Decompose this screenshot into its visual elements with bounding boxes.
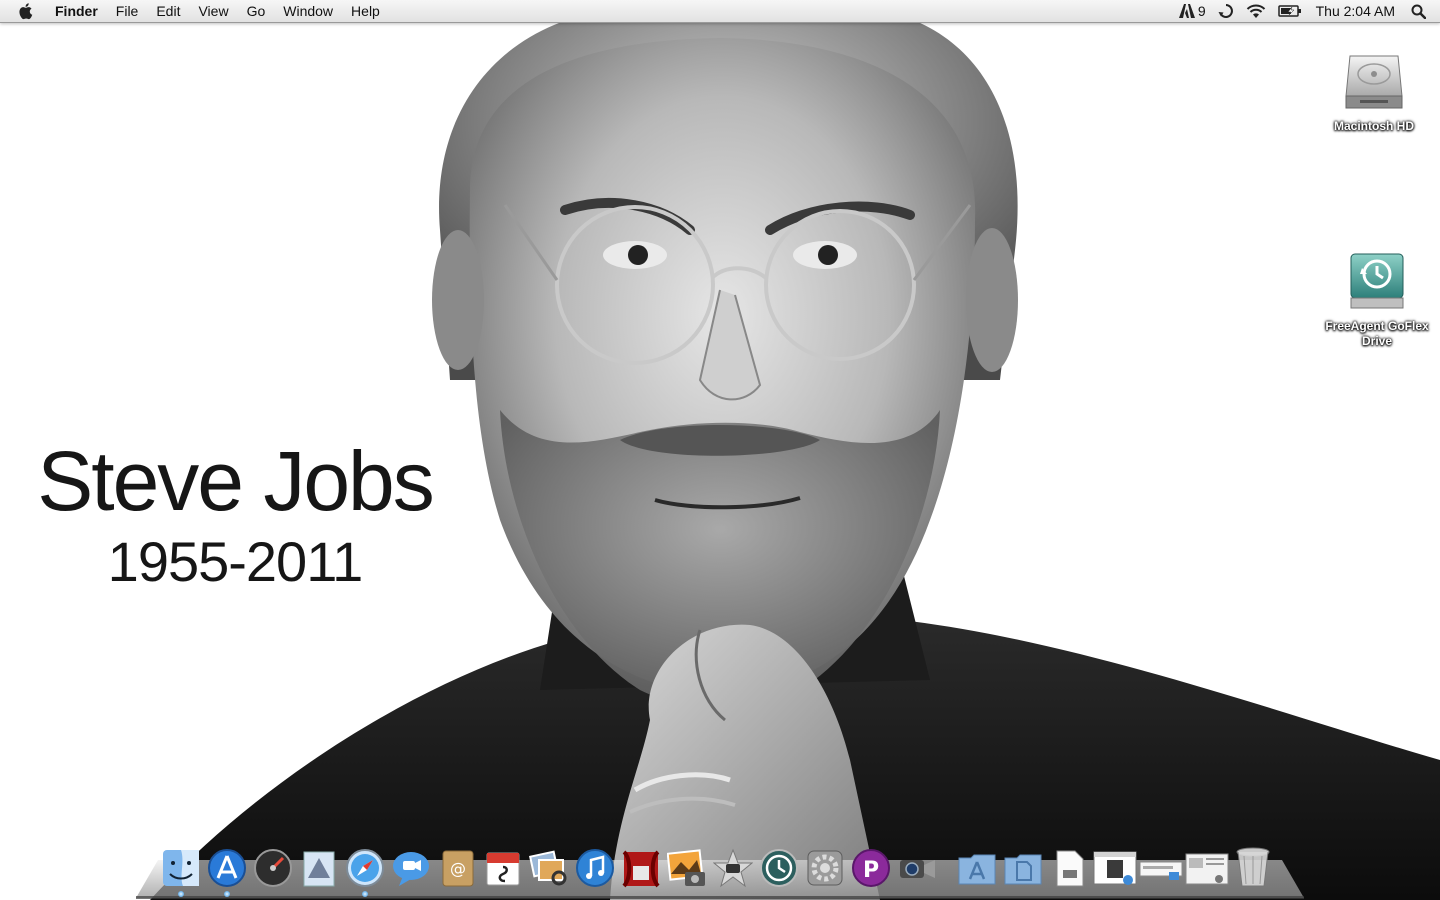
adobe-update-count: 9	[1197, 3, 1206, 19]
safari-icon	[346, 849, 384, 887]
trash-icon	[1236, 847, 1270, 887]
front-row-icon	[622, 850, 660, 888]
wifi-icon	[1246, 4, 1265, 18]
adobe-updater-status[interactable]: 9	[1173, 0, 1212, 22]
menu-file[interactable]: File	[107, 0, 148, 22]
dock-itunes[interactable]	[573, 844, 617, 888]
spotlight-icon	[1411, 4, 1426, 19]
dock-imovie[interactable]	[711, 844, 755, 888]
dock-document[interactable]	[1047, 844, 1091, 888]
desktop-icon-macintosh-hd[interactable]: Macintosh HD	[1319, 48, 1429, 134]
ical-icon	[486, 852, 520, 886]
desktop-icon-label: FreeAgent GoFlex Drive	[1325, 319, 1429, 348]
menu-edit[interactable]: Edit	[147, 0, 189, 22]
applications-folder-icon	[958, 854, 996, 885]
memorial-name: Steve Jobs	[37, 434, 435, 528]
apple-menu-icon[interactable]	[18, 2, 36, 20]
document-file-icon	[1056, 850, 1084, 887]
running-indicator	[224, 891, 230, 897]
dock-p3-app[interactable]: P	[849, 844, 893, 888]
system-preferences-icon	[807, 850, 843, 886]
mail-icon	[303, 851, 335, 887]
svg-text:@: @	[450, 859, 466, 878]
menu-extras: 9 Thu 2:04 AM	[1173, 0, 1440, 22]
finder-icon	[163, 850, 199, 886]
desktop-wallpaper: Steve Jobs 1955-2011	[0, 0, 1440, 900]
battery-icon	[1277, 5, 1301, 17]
dock-app-store[interactable]	[205, 844, 249, 897]
dock-address-book[interactable]: @	[435, 844, 479, 888]
time-machine-drive-icon	[1350, 253, 1404, 309]
dock-dashboard[interactable]	[251, 844, 295, 888]
documents-folder-icon	[1004, 854, 1042, 885]
battery-status[interactable]	[1272, 0, 1308, 22]
facetime-camera-icon	[900, 860, 935, 878]
dock-minimized-window-2[interactable]	[1139, 844, 1183, 888]
minimized-window-icon	[1139, 861, 1183, 880]
p3-app-icon: P	[852, 849, 890, 887]
ichat-icon	[393, 852, 429, 886]
iphoto-icon	[667, 849, 705, 886]
dock-minimized-window-3[interactable]	[1185, 844, 1229, 888]
dock-system-preferences[interactable]	[803, 844, 847, 888]
dock-stack-documents[interactable]	[1001, 844, 1045, 888]
desktop-icon-label: Macintosh HD	[1333, 119, 1414, 133]
preview-icon	[529, 850, 567, 886]
menu-app-finder[interactable]: Finder	[46, 0, 107, 22]
dock-safari[interactable]	[343, 844, 387, 897]
running-indicator	[178, 891, 184, 897]
running-indicator	[362, 891, 368, 897]
menu-window[interactable]: Window	[274, 0, 342, 22]
dock-shelf-edge	[136, 896, 1304, 899]
minimized-window-icon	[1185, 853, 1229, 885]
spotlight-button[interactable]	[1405, 0, 1440, 22]
time-machine-icon	[760, 849, 798, 887]
sync-icon	[1218, 4, 1233, 18]
dock-ical[interactable]	[481, 844, 525, 888]
dashboard-icon	[254, 849, 292, 887]
desktop-icon-freeagent-drive[interactable]: FreeAgent GoFlex Drive	[1322, 250, 1432, 349]
hard-drive-icon	[1345, 55, 1403, 109]
dock-finder[interactable]	[159, 844, 203, 897]
imovie-icon	[713, 848, 753, 888]
menu-go[interactable]: Go	[238, 0, 275, 22]
minimized-window-icon	[1093, 851, 1137, 885]
menu-view[interactable]: View	[189, 0, 237, 22]
menu-help[interactable]: Help	[342, 0, 389, 22]
wifi-status[interactable]	[1240, 0, 1272, 22]
dock-trash[interactable]	[1231, 844, 1275, 888]
dock-stack-applications[interactable]	[955, 844, 999, 888]
adobe-icon	[1178, 4, 1195, 18]
dock-iphoto[interactable]	[665, 844, 709, 888]
dock-mail[interactable]	[297, 844, 341, 888]
dock-facetime-camera[interactable]	[895, 844, 939, 888]
menubar-clock[interactable]: Thu 2:04 AM	[1308, 3, 1405, 19]
app-store-icon	[208, 849, 246, 887]
dock-minimized-window-1[interactable]	[1093, 844, 1137, 888]
svg-text:P: P	[863, 858, 879, 883]
dock-time-machine[interactable]	[757, 844, 801, 888]
sync-status[interactable]	[1212, 0, 1240, 22]
memorial-caption: Steve Jobs 1955-2011	[20, 432, 450, 592]
address-book-icon: @	[442, 850, 474, 887]
menu-bar: Finder File Edit View Go Window Help 9 T…	[0, 0, 1440, 23]
dock-front-row[interactable]	[619, 844, 663, 888]
memorial-years: 1955-2011	[107, 530, 364, 593]
dock-separator	[940, 844, 954, 888]
itunes-icon	[576, 849, 614, 887]
dock-preview[interactable]	[527, 844, 571, 888]
dock-ichat[interactable]	[389, 844, 433, 888]
dock: @ P	[158, 840, 1276, 897]
